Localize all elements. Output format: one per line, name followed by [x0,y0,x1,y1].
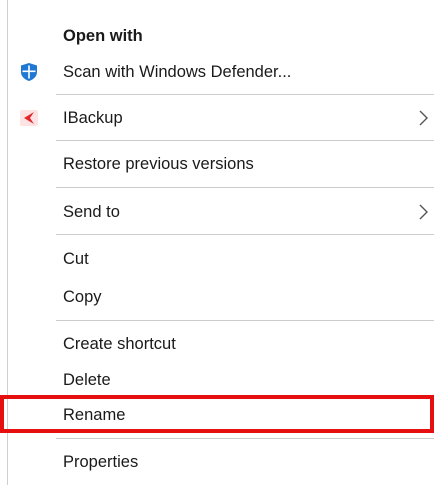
menu-item-copy[interactable]: Copy [8,281,436,313]
menu-item-label: Send to [63,203,120,221]
menu-item-label: Scan with Windows Defender... [63,63,292,81]
menu-item-create-shortcut[interactable]: Create shortcut [8,328,436,360]
menu-item-label: Restore previous versions [63,155,254,173]
windows-defender-shield-icon [19,62,39,82]
menu-item-label: IBackup [63,109,123,127]
context-menu: Open with Scan with Windows Defender... … [7,0,436,485]
menu-item-delete[interactable]: Delete [8,364,436,396]
menu-separator [56,438,434,439]
menu-item-scan-defender[interactable]: Scan with Windows Defender... [8,56,436,88]
menu-item-label: Cut [63,250,89,268]
menu-separator [56,187,434,188]
chevron-right-icon [417,108,429,128]
menu-item-open-with[interactable]: Open with [8,20,436,52]
menu-item-label: Properties [63,453,139,471]
chevron-right-icon [417,202,429,222]
menu-item-label: Copy [63,288,102,306]
menu-item-label: Rename [63,406,126,424]
menu-item-label: Open with [63,27,143,45]
menu-item-rename[interactable]: Rename [8,399,436,431]
menu-item-ibackup[interactable]: IBackup [8,102,436,134]
menu-separator [56,320,434,321]
menu-item-send-to[interactable]: Send to [8,196,436,228]
menu-separator [56,94,434,95]
menu-separator [56,234,434,235]
menu-separator [56,140,434,141]
ibackup-icon [19,108,39,128]
menu-item-label: Delete [63,371,111,389]
menu-item-properties[interactable]: Properties [8,446,436,478]
menu-item-label: Create shortcut [63,335,176,353]
menu-item-cut[interactable]: Cut [8,243,436,275]
menu-item-restore-previous-versions[interactable]: Restore previous versions [8,148,436,180]
